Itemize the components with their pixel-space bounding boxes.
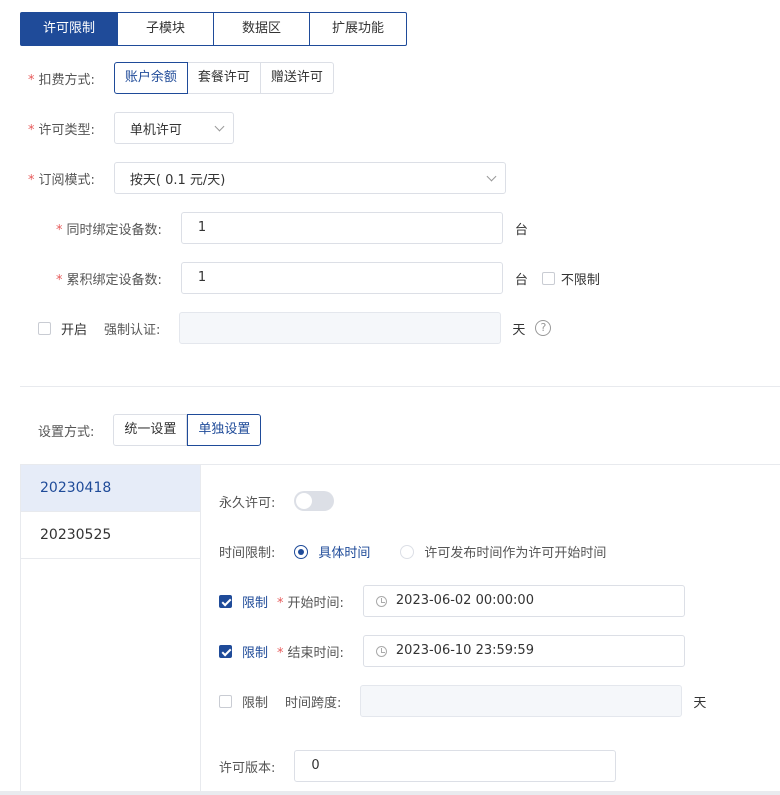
permanent-label: 永久许可: bbox=[219, 495, 276, 511]
unlimited-label: 不限制 bbox=[560, 272, 600, 288]
setting-mode-unified[interactable]: 统一设置 bbox=[113, 414, 188, 446]
setting-mode-individual[interactable]: 单独设置 bbox=[187, 414, 262, 446]
unlimited-checkbox[interactable] bbox=[541, 271, 555, 285]
end-time-value: 2023-06-10 23:59:59 bbox=[395, 643, 534, 658]
setting-mode-row: 设置方式: 统一设置 单独设置 bbox=[38, 414, 262, 446]
end-time-input[interactable]: 2023-06-10 23:59:59 bbox=[362, 635, 685, 667]
tab-data-area[interactable]: 数据区 bbox=[214, 12, 310, 46]
license-version-input[interactable]: 0 bbox=[294, 750, 617, 782]
version-list: 20230418 20230525 bbox=[20, 465, 201, 795]
billing-option-gift[interactable]: 赠送许可 bbox=[260, 62, 334, 94]
tab-extensions[interactable]: 扩展功能 bbox=[310, 12, 407, 46]
concurrent-devices-label: * 同时绑定设备数: bbox=[56, 222, 162, 238]
start-time-input[interactable]: 2023-06-02 00:00:00 bbox=[362, 585, 685, 617]
version-item-20230418[interactable]: 20230418 bbox=[21, 465, 200, 512]
radio-publish-time[interactable] bbox=[400, 544, 415, 559]
span-row: 限制 时间跨度: 天 bbox=[219, 685, 706, 717]
top-tabs: 许可限制 子模块 数据区 扩展功能 bbox=[20, 12, 407, 46]
start-time-row: 限制 * 开始时间: 2023-06-02 00:00:00 bbox=[219, 585, 685, 617]
permanent-row: 永久许可: bbox=[219, 491, 335, 511]
tab-license-limit[interactable]: 许可限制 bbox=[20, 12, 118, 46]
end-time-label: * 结束时间: bbox=[277, 645, 344, 661]
forced-auth-enable-label: 开启 bbox=[61, 322, 88, 338]
toggle-knob bbox=[296, 493, 313, 509]
radio-publish-time-label: 许可发布时间作为许可开始时间 bbox=[424, 546, 607, 561]
span-limit-checkbox[interactable] bbox=[219, 694, 232, 708]
tab-submodule[interactable]: 子模块 bbox=[118, 12, 214, 46]
forced-auth-label: 强制认证: bbox=[104, 322, 161, 338]
billing-label: * 扣费方式: bbox=[28, 72, 95, 88]
billing-option-package[interactable]: 套餐许可 bbox=[187, 62, 261, 94]
billing-segment: 账户余额 套餐许可 赠送许可 bbox=[113, 62, 334, 94]
start-limit-label: 限制 bbox=[242, 595, 269, 611]
concurrent-devices-row: * 同时绑定设备数: 1 台 bbox=[56, 212, 528, 244]
chevron-down-icon bbox=[214, 121, 225, 131]
concurrent-devices-unit: 台 bbox=[514, 222, 528, 238]
setting-mode-segment: 统一设置 单独设置 bbox=[113, 414, 262, 446]
start-time-value: 2023-06-02 00:00:00 bbox=[395, 593, 534, 608]
subscription-select[interactable]: 按天( 0.1 元/天) bbox=[113, 162, 506, 194]
version-panel: 20230418 20230525 bbox=[20, 464, 780, 795]
end-limit-label: 限制 bbox=[242, 645, 269, 661]
span-input[interactable] bbox=[360, 685, 683, 717]
billing-option-balance[interactable]: 账户余额 bbox=[113, 62, 188, 94]
clock-icon bbox=[375, 595, 387, 607]
total-devices-unit: 台 bbox=[514, 272, 528, 288]
end-limit-checkbox[interactable] bbox=[219, 644, 232, 658]
forced-auth-unit: 天 bbox=[512, 322, 526, 338]
concurrent-devices-input[interactable]: 1 bbox=[180, 212, 503, 244]
forced-auth-input[interactable] bbox=[179, 312, 502, 344]
help-icon[interactable]: ? bbox=[535, 320, 552, 336]
billing-row: * 扣费方式: 账户余额 套餐许可 赠送许可 bbox=[28, 62, 334, 94]
total-devices-input[interactable]: 1 bbox=[180, 262, 503, 294]
version-item-20230525[interactable]: 20230525 bbox=[21, 512, 200, 559]
license-version-row: 许可版本: 0 bbox=[219, 750, 617, 782]
subscription-value: 按天( 0.1 元/天) bbox=[129, 172, 226, 188]
setting-mode-label: 设置方式: bbox=[38, 424, 95, 440]
section-divider bbox=[20, 386, 780, 387]
chevron-down-icon bbox=[486, 171, 497, 181]
end-time-row: 限制 * 结束时间: 2023-06-10 23:59:59 bbox=[219, 635, 685, 667]
radio-specific-time-label: 具体时间 bbox=[318, 546, 371, 561]
license-type-label: * 许可类型: bbox=[28, 122, 95, 138]
forced-auth-row: 开启 强制认证: 天 ? bbox=[38, 312, 552, 344]
license-type-select[interactable]: 单机许可 bbox=[113, 112, 234, 144]
subscription-label: * 订阅模式: bbox=[28, 172, 95, 188]
license-version-label: 许可版本: bbox=[219, 760, 276, 776]
forced-auth-enable-checkbox[interactable] bbox=[38, 321, 51, 335]
span-label: 时间跨度: bbox=[285, 695, 342, 711]
span-unit: 天 bbox=[693, 695, 707, 711]
horizontal-scrollbar[interactable] bbox=[0, 791, 780, 795]
permanent-toggle[interactable] bbox=[294, 491, 335, 511]
radio-specific-time[interactable] bbox=[294, 544, 309, 559]
start-limit-checkbox[interactable] bbox=[219, 594, 232, 608]
total-devices-row: * 累积绑定设备数: 1 台 不限制 bbox=[56, 262, 600, 294]
license-type-value: 单机许可 bbox=[129, 122, 182, 138]
start-time-label: * 开始时间: bbox=[277, 595, 344, 611]
clock-icon bbox=[375, 645, 387, 657]
time-limit-label: 时间限制: bbox=[219, 546, 276, 561]
total-devices-label: * 累积绑定设备数: bbox=[56, 272, 162, 288]
time-limit-row: 时间限制: 具体时间 许可发布时间作为许可开始时间 bbox=[219, 542, 606, 561]
subscription-row: * 订阅模式: 按天( 0.1 元/天) bbox=[28, 162, 506, 194]
license-type-row: * 许可类型: 单机许可 bbox=[28, 112, 234, 144]
span-limit-label: 限制 bbox=[242, 695, 269, 711]
